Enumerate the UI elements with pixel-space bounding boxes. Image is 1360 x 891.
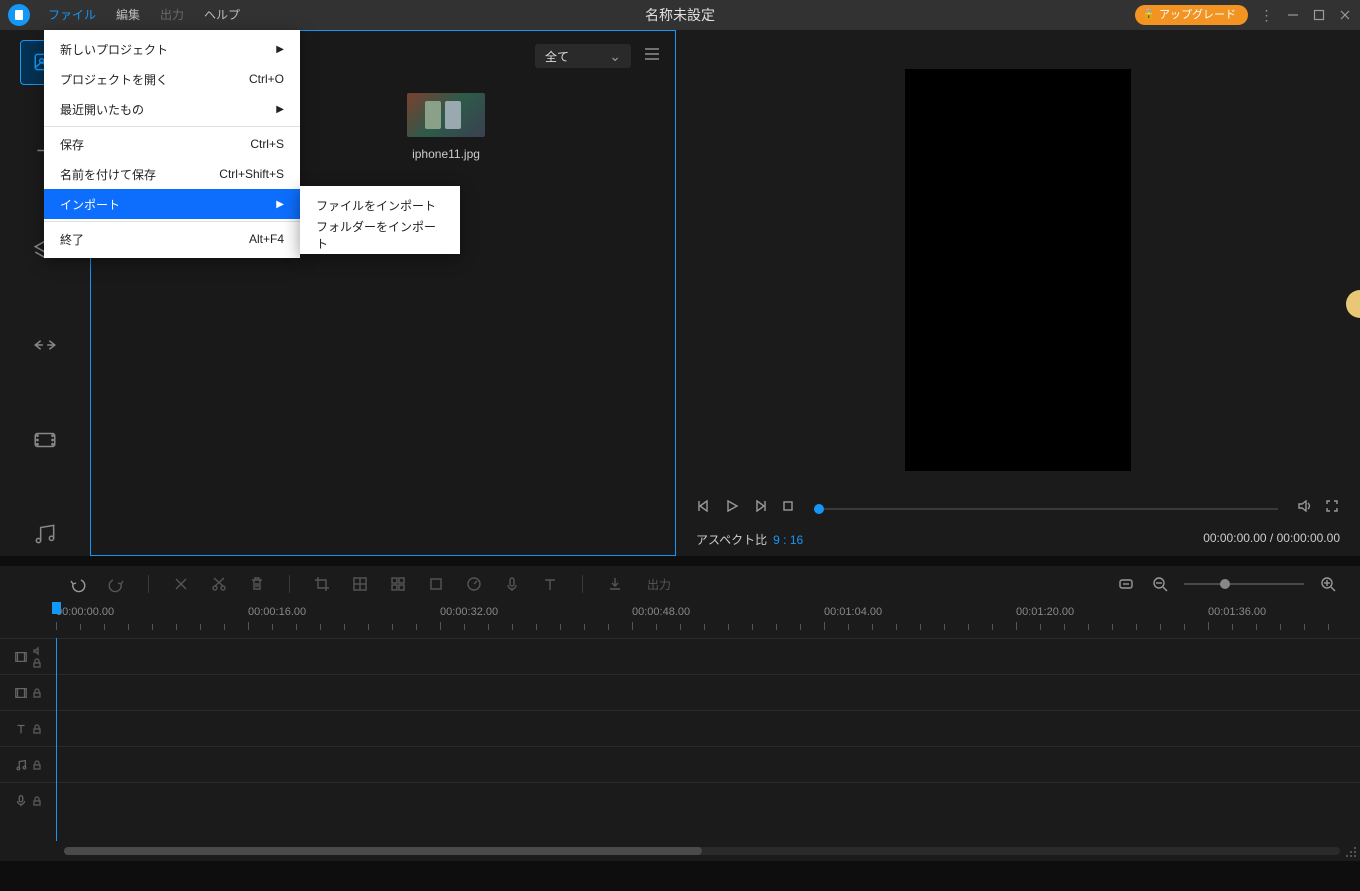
ruler-tick: 00:00:32.00 <box>440 606 498 618</box>
submenu-import-file[interactable]: ファイルをインポート <box>300 190 460 220</box>
menu-exit[interactable]: 終了Alt+F4 <box>44 224 300 254</box>
menu-new-project[interactable]: 新しいプロジェクト▶ <box>44 34 300 64</box>
zoom-in-button[interactable] <box>1318 574 1338 594</box>
cut-button[interactable] <box>171 574 191 594</box>
import-submenu: ファイルをインポート フォルダーをインポート <box>300 186 460 254</box>
lock-icon <box>32 796 42 806</box>
maximize-button[interactable] <box>1312 8 1326 22</box>
kebab-menu[interactable]: ⋮ <box>1260 8 1274 22</box>
ruler-tick: 00:01:04.00 <box>824 606 882 618</box>
ruler-tick: 00:00:48.00 <box>632 606 690 618</box>
rail-music[interactable] <box>20 512 70 556</box>
media-thumbnail[interactable]: iphone11.jpg <box>407 93 485 161</box>
freeze-button[interactable] <box>426 574 446 594</box>
zoom-fit-button[interactable] <box>1116 574 1136 594</box>
text-icon <box>14 722 28 736</box>
app-logo <box>8 4 30 26</box>
menu-save[interactable]: 保存Ctrl+S <box>44 129 300 159</box>
export-button[interactable] <box>605 574 625 594</box>
aspect-ratio: アスペクト比9 : 16 <box>696 531 803 548</box>
menu-output[interactable]: 出力 <box>150 0 194 30</box>
menubar: ファイル 編集 出力 ヘルプ <box>38 0 250 30</box>
music-icon <box>14 758 28 772</box>
film-icon <box>14 650 28 664</box>
zoom-out-button[interactable] <box>1150 574 1170 594</box>
speed-button[interactable] <box>464 574 484 594</box>
voice-button[interactable] <box>502 574 522 594</box>
track-video-main[interactable] <box>0 638 1360 674</box>
scrollbar-thumb[interactable] <box>64 847 702 855</box>
lock-icon <box>32 760 42 770</box>
fullscreen-button[interactable] <box>1324 498 1340 519</box>
playhead[interactable] <box>56 638 57 841</box>
lock-icon <box>32 724 42 734</box>
menu-help[interactable]: ヘルプ <box>194 0 250 30</box>
timecode: 00:00:00.00 / 00:00:00.00 <box>1203 531 1340 548</box>
track-text[interactable] <box>0 710 1360 746</box>
export-label: 出力 <box>647 576 671 593</box>
ruler-tick: 00:01:36.00 <box>1208 606 1266 618</box>
menu-file[interactable]: ファイル <box>38 0 106 30</box>
scissors-button[interactable] <box>209 574 229 594</box>
lock-icon <box>32 658 42 668</box>
volume-icon <box>32 646 42 656</box>
ruler-tick: 00:00:00.00 <box>56 606 114 618</box>
menu-separator <box>44 221 300 222</box>
zoom-handle[interactable] <box>1220 579 1230 589</box>
timeline-toolbar: 出力 <box>0 566 1360 602</box>
prev-frame-button[interactable] <box>696 498 712 519</box>
track-video-overlay[interactable] <box>0 674 1360 710</box>
progress-handle[interactable] <box>814 504 824 514</box>
preview-panel: アスペクト比9 : 16 00:00:00.00 / 00:00:00.00 <box>676 30 1360 556</box>
undo-button[interactable] <box>68 574 88 594</box>
crop-button[interactable] <box>312 574 332 594</box>
file-dropdown: 新しいプロジェクト▶ プロジェクトを開くCtrl+O 最近開いたもの▶ 保存Ct… <box>44 30 300 258</box>
menu-separator <box>44 126 300 127</box>
mic-icon <box>14 794 28 808</box>
lock-icon <box>32 688 42 698</box>
titlebar: ファイル 編集 出力 ヘルプ 名称未設定 アップグレード ⋮ <box>0 0 1360 30</box>
resize-grip[interactable] <box>1344 845 1358 859</box>
text-tool-button[interactable] <box>540 574 560 594</box>
thumbnail-label: iphone11.jpg <box>407 147 485 161</box>
stop-button[interactable] <box>780 498 796 519</box>
rail-transition[interactable] <box>20 323 70 367</box>
horizontal-scrollbar[interactable] <box>64 847 1340 855</box>
menu-recent[interactable]: 最近開いたもの▶ <box>44 94 300 124</box>
ruler-tick: 00:01:20.00 <box>1016 606 1074 618</box>
close-button[interactable] <box>1338 8 1352 22</box>
window-title: 名称未設定 <box>645 5 715 25</box>
volume-button[interactable] <box>1296 498 1312 519</box>
preview-canvas <box>905 69 1131 471</box>
rail-element[interactable] <box>20 417 70 461</box>
track-voice[interactable] <box>0 782 1360 818</box>
progress-bar[interactable] <box>814 508 1278 510</box>
menu-edit[interactable]: 編集 <box>106 0 150 30</box>
mosaic-button[interactable] <box>388 574 408 594</box>
zoom-slider[interactable] <box>1184 583 1304 585</box>
ruler-tick: 00:00:16.00 <box>248 606 306 618</box>
menu-import[interactable]: インポート▶ <box>44 189 300 219</box>
upgrade-button[interactable]: アップグレード <box>1135 5 1248 25</box>
view-list-button[interactable] <box>643 45 661 68</box>
submenu-import-folder[interactable]: フォルダーをインポート <box>300 220 460 250</box>
next-frame-button[interactable] <box>752 498 768 519</box>
thumbnail-image <box>407 93 485 137</box>
play-button[interactable] <box>724 498 740 519</box>
track-audio[interactable] <box>0 746 1360 782</box>
minimize-button[interactable] <box>1286 8 1300 22</box>
menu-open-project[interactable]: プロジェクトを開くCtrl+O <box>44 64 300 94</box>
delete-button[interactable] <box>247 574 267 594</box>
filter-dropdown[interactable]: 全て <box>535 44 631 68</box>
menu-save-as[interactable]: 名前を付けて保存Ctrl+Shift+S <box>44 159 300 189</box>
film-icon <box>14 686 28 700</box>
timeline-ruler[interactable]: 00:00:00.00 00:00:16.00 00:00:32.00 00:0… <box>0 602 1360 638</box>
timeline-tracks <box>0 638 1360 861</box>
adjust-button[interactable] <box>350 574 370 594</box>
redo-button[interactable] <box>106 574 126 594</box>
